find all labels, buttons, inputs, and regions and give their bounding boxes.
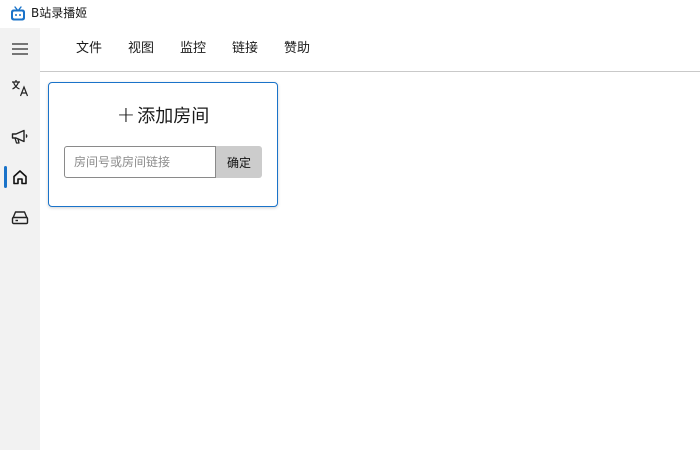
sidebar-item-language[interactable] bbox=[0, 71, 40, 105]
menu-links[interactable]: 链接 bbox=[230, 40, 260, 58]
menu-view[interactable]: 视图 bbox=[126, 40, 156, 58]
hamburger-menu-icon bbox=[12, 43, 28, 55]
sidebar-item-announcement[interactable] bbox=[0, 120, 40, 154]
translate-icon bbox=[12, 80, 29, 97]
menu-sponsor[interactable]: 赞助 bbox=[282, 40, 312, 58]
megaphone-icon bbox=[11, 129, 28, 144]
add-room-heading: + 添加房间 bbox=[49, 103, 277, 130]
room-id-input[interactable] bbox=[64, 146, 216, 178]
sidebar bbox=[0, 28, 40, 450]
app-logo-icon bbox=[11, 6, 25, 21]
sidebar-item-storage[interactable] bbox=[0, 200, 40, 234]
menu-file[interactable]: 文件 bbox=[74, 40, 104, 58]
hard-drive-icon bbox=[11, 211, 29, 225]
add-room-card: +添加房间 确定 bbox=[48, 82, 278, 207]
plus-icon: + bbox=[116, 103, 136, 128]
menu-bar: 文件 视图 监控 链接 赞助 bbox=[40, 28, 700, 72]
home-icon bbox=[13, 170, 27, 185]
confirm-button[interactable]: 确定 bbox=[216, 146, 262, 178]
hamburger-menu-button[interactable] bbox=[0, 32, 40, 66]
app-title: B站录播姬 bbox=[31, 6, 88, 20]
sidebar-item-home[interactable] bbox=[0, 160, 40, 194]
add-room-title: 添加房间 bbox=[137, 106, 210, 127]
menu-monitor[interactable]: 监控 bbox=[178, 40, 208, 58]
title-bar: B站录播姬 bbox=[0, 0, 700, 28]
